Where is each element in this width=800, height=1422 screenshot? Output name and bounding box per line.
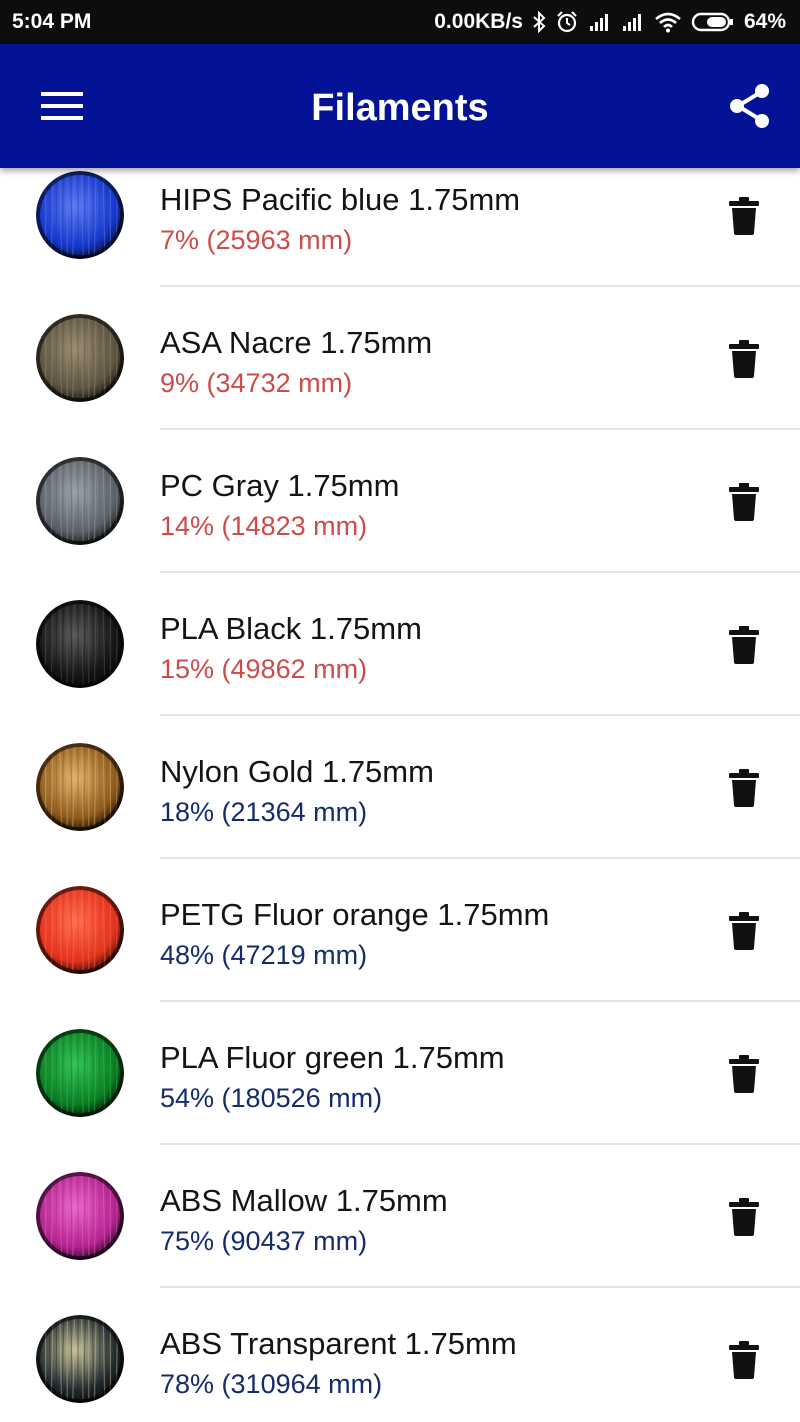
filament-remaining: 7% (25963 mm) bbox=[160, 225, 353, 255]
hamburger-menu-icon bbox=[41, 91, 83, 126]
signal-icon bbox=[621, 12, 645, 32]
trash-icon bbox=[729, 768, 759, 812]
filament-row[interactable]: PLA Fluor green 1.75mm 54% (180526 mm) bbox=[0, 1002, 800, 1145]
delete-filament-button[interactable] bbox=[718, 335, 770, 387]
filament-remaining: 9% (34732 mm) bbox=[160, 368, 353, 398]
filament-row[interactable]: HIPS Pacific blue 1.75mm 7% (25963 mm) bbox=[0, 168, 800, 287]
menu-button[interactable] bbox=[34, 80, 90, 136]
trash-icon bbox=[729, 1054, 759, 1098]
status-icons: 0.00KB/s 64% bbox=[434, 10, 786, 34]
trash-icon bbox=[729, 196, 759, 240]
wifi-icon bbox=[654, 11, 682, 33]
filament-spool-image bbox=[36, 457, 124, 545]
delete-filament-button[interactable] bbox=[718, 907, 770, 959]
trash-icon bbox=[729, 482, 759, 526]
battery-percent: 64% bbox=[743, 10, 786, 33]
battery-icon bbox=[691, 11, 735, 33]
share-icon bbox=[727, 83, 773, 134]
status-time: 5:04 PM bbox=[12, 10, 92, 33]
filament-row[interactable]: PETG Fluor orange 1.75mm 48% (47219 mm) bbox=[0, 859, 800, 1002]
alarm-icon bbox=[555, 10, 579, 34]
filament-remaining: 48% (47219 mm) bbox=[160, 940, 368, 970]
app-bar: Filaments bbox=[0, 44, 800, 168]
trash-icon bbox=[729, 1197, 759, 1241]
filament-list[interactable]: HIPS Pacific blue 1.75mm 7% (25963 mm) ASA… bbox=[0, 168, 800, 1422]
filament-row[interactable]: ABS Mallow 1.75mm 75% (90437 mm) bbox=[0, 1145, 800, 1288]
filament-row[interactable]: PLA Black 1.75mm 15% (49862 mm) bbox=[0, 573, 800, 716]
filament-row[interactable]: ABS Transparent 1.75mm 78% (310964 mm) bbox=[0, 1288, 800, 1422]
filament-name: PC Gray 1.75mm bbox=[160, 468, 400, 503]
filament-remaining: 75% (90437 mm) bbox=[160, 1226, 368, 1256]
trash-icon bbox=[729, 1340, 759, 1384]
filament-name: HIPS Pacific blue 1.75mm bbox=[160, 182, 521, 217]
filament-spool-image bbox=[36, 600, 124, 688]
trash-icon bbox=[729, 625, 759, 669]
filament-spool-image bbox=[36, 743, 124, 831]
filament-row[interactable]: PC Gray 1.75mm 14% (14823 mm) bbox=[0, 430, 800, 573]
filament-remaining: 78% (310964 mm) bbox=[160, 1369, 383, 1399]
filament-spool-image bbox=[36, 886, 124, 974]
delete-filament-button[interactable] bbox=[718, 764, 770, 816]
filament-list-content: HIPS Pacific blue 1.75mm 7% (25963 mm) ASA… bbox=[0, 168, 800, 1422]
signal-icon bbox=[588, 12, 612, 32]
delete-filament-button[interactable] bbox=[718, 192, 770, 244]
filament-remaining: 14% (14823 mm) bbox=[160, 511, 368, 541]
filament-name: PETG Fluor orange 1.75mm bbox=[160, 897, 550, 932]
filament-spool-image bbox=[36, 314, 124, 402]
filament-spool-image bbox=[36, 171, 124, 259]
status-bar: 5:04 PM 0.00KB/s 64% bbox=[0, 0, 800, 44]
filament-name: ABS Mallow 1.75mm bbox=[160, 1183, 448, 1218]
filament-row[interactable]: ASA Nacre 1.75mm 9% (34732 mm) bbox=[0, 287, 800, 430]
filament-remaining: 15% (49862 mm) bbox=[160, 654, 368, 684]
share-button[interactable] bbox=[722, 80, 778, 136]
bluetooth-icon bbox=[532, 11, 546, 33]
page-title: Filaments bbox=[311, 87, 489, 129]
delete-filament-button[interactable] bbox=[718, 621, 770, 673]
filament-spool-image bbox=[36, 1315, 124, 1403]
filament-spool-image bbox=[36, 1029, 124, 1117]
filament-name: PLA Black 1.75mm bbox=[160, 611, 422, 646]
delete-filament-button[interactable] bbox=[718, 1050, 770, 1102]
delete-filament-button[interactable] bbox=[718, 478, 770, 530]
filament-remaining: 18% (21364 mm) bbox=[160, 797, 368, 827]
filament-name: ASA Nacre 1.75mm bbox=[160, 325, 433, 360]
network-speed: 0.00KB/s bbox=[434, 10, 523, 33]
filament-remaining: 54% (180526 mm) bbox=[160, 1083, 383, 1113]
filament-name: PLA Fluor green 1.75mm bbox=[160, 1040, 505, 1075]
filament-spool-image bbox=[36, 1172, 124, 1260]
filament-name: Nylon Gold 1.75mm bbox=[160, 754, 434, 789]
filament-row[interactable]: Nylon Gold 1.75mm 18% (21364 mm) bbox=[0, 716, 800, 859]
delete-filament-button[interactable] bbox=[718, 1336, 770, 1388]
delete-filament-button[interactable] bbox=[718, 1193, 770, 1245]
trash-icon bbox=[729, 911, 759, 955]
trash-icon bbox=[729, 339, 759, 383]
filament-name: ABS Transparent 1.75mm bbox=[160, 1326, 517, 1361]
